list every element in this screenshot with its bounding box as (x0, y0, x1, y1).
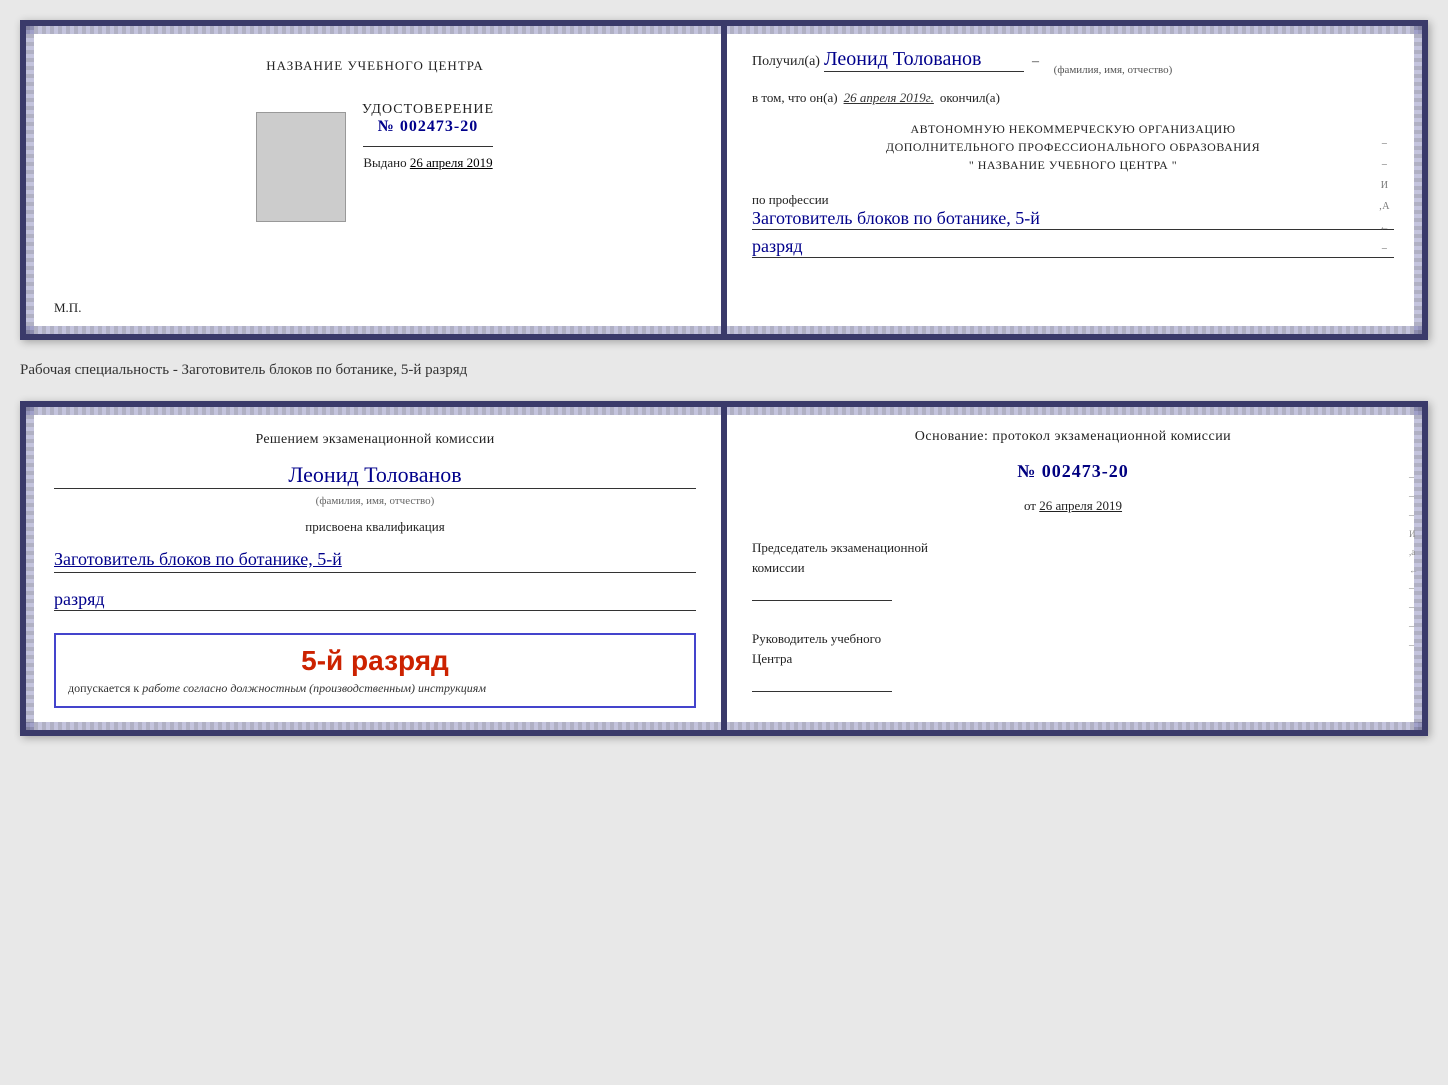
right-side-marks-2: – – – И ,а ← – – – – (1409, 472, 1418, 651)
rukovoditel-signature-line (752, 672, 892, 692)
poluchil-label: Получил(а) (752, 54, 820, 70)
poluchil-block: Получил(а) Леонид Толованов – (фамилия, … (752, 48, 1394, 76)
vtom-date: 26 апреля 2019г. (844, 90, 934, 106)
stamp-rank: 5-й разряд (68, 645, 682, 677)
photo-placeholder (256, 112, 346, 222)
vydano-label: Выдано (363, 155, 406, 170)
org-line3: " НАЗВАНИЕ УЧЕБНОГО ЦЕНТРА " (752, 156, 1394, 174)
vtom-line: в том, что он(а) 26 апреля 2019г. окончи… (752, 90, 1394, 106)
po-professii-label: по профессии (752, 192, 1394, 208)
right-side-marks-1: – – И ,а ← – (1379, 136, 1390, 256)
resheniem-text: Решением экзаменационной комиссии (54, 429, 696, 450)
predsedatel-label-2: комиссии (752, 558, 1394, 578)
cert-book-2: Решением экзаменационной комиссии Леонид… (20, 401, 1428, 736)
dopuskaetsya-prefix: допускается к (68, 681, 139, 695)
org-block: АВТОНОМНУЮ НЕКОММЕРЧЕСКУЮ ОРГАНИЗАЦИЮ ДО… (752, 120, 1394, 174)
mp-label: М.П. (54, 300, 81, 316)
cert1-training-center-label: НАЗВАНИЕ УЧЕБНОГО ЦЕНТРА (266, 58, 483, 74)
po-professii-block: по профессии Заготовитель блоков по бота… (752, 192, 1394, 258)
rukovoditel-label-2: Центра (752, 649, 1394, 669)
protocol-number: № 002473-20 (752, 461, 1394, 482)
cert1-professiya: Заготовитель блоков по ботанике, 5-й (752, 208, 1394, 230)
udostoverenie-block: УДОСТОВЕРЕНИЕ № 002473-20 Выдано 26 апре… (362, 102, 494, 171)
cert1-right-page: Получил(а) Леонид Толованов – (фамилия, … (724, 26, 1422, 334)
cert1-number: № 002473-20 (362, 118, 494, 136)
cert2-right-page: Основание: протокол экзаменационной коми… (724, 407, 1422, 730)
org-line1: АВТОНОМНУЮ НЕКОММЕРЧЕСКУЮ ОРГАНИЗАЦИЮ (752, 120, 1394, 138)
poluchil-name: Леонид Толованов (824, 48, 1024, 72)
specialty-label: Рабочая специальность - Заготовитель бло… (20, 358, 1428, 383)
rukovoditel-block: Руководитель учебного Центра (752, 629, 1394, 692)
cert-book-1: НАЗВАНИЕ УЧЕБНОГО ЦЕНТРА УДОСТОВЕРЕНИЕ №… (20, 20, 1428, 340)
rukovoditel-label-1: Руководитель учебного (752, 629, 1394, 649)
cert1-razryad: разряд (752, 236, 1394, 258)
dopuskaetsya-line: допускается к работе согласно должностны… (68, 681, 682, 696)
predsedatel-signature-line (752, 581, 892, 601)
vydano-date: 26 апреля 2019 (410, 155, 493, 170)
predsedatel-label-1: Председатель экзаменационной (752, 538, 1394, 558)
vydano-line: Выдано 26 апреля 2019 (362, 155, 494, 171)
vtom-label: в том, что он(а) (752, 90, 838, 106)
protocol-prefix: № (1017, 461, 1036, 481)
cert1-number-prefix: № (378, 118, 395, 135)
cert2-qualification: Заготовитель блоков по ботанике, 5-й (54, 547, 696, 573)
vtom-okonchl: окончил(а) (940, 90, 1000, 106)
org-line2: ДОПОЛНИТЕЛЬНОГО ПРОФЕССИОНАЛЬНОГО ОБРАЗО… (752, 138, 1394, 156)
cert2-fio-label: (фамилия, имя, отчество) (54, 495, 696, 507)
cert2-left-page: Решением экзаменационной комиссии Леонид… (26, 407, 724, 730)
udostoverenie-title: УДОСТОВЕРЕНИЕ (362, 102, 494, 118)
page-container: НАЗВАНИЕ УЧЕБНОГО ЦЕНТРА УДОСТОВЕРЕНИЕ №… (20, 20, 1428, 736)
stamp-box: 5-й разряд допускается к работе согласно… (54, 633, 696, 708)
cert2-person-name: Леонид Толованов (54, 462, 696, 489)
poluchil-dash: – (1032, 54, 1039, 70)
protocol-value: 002473-20 (1042, 461, 1129, 481)
ot-date-block: от 26 апреля 2019 (752, 498, 1394, 514)
cert1-left-page: НАЗВАНИЕ УЧЕБНОГО ЦЕНТРА УДОСТОВЕРЕНИЕ №… (26, 26, 724, 334)
dopuskaetsya-italic: работе согласно должностным (производств… (142, 681, 486, 695)
osnovanie-text: Основание: протокол экзаменационной коми… (752, 429, 1394, 445)
ot-date-value: 26 апреля 2019 (1039, 498, 1122, 513)
ot-label: от (1024, 498, 1036, 513)
predsedatel-block: Председатель экзаменационной комиссии (752, 538, 1394, 601)
prisvoyena-text: присвоена квалификация (54, 519, 696, 535)
cert1-number-value: 002473-20 (400, 118, 478, 135)
cert2-razryad: разряд (54, 589, 696, 611)
